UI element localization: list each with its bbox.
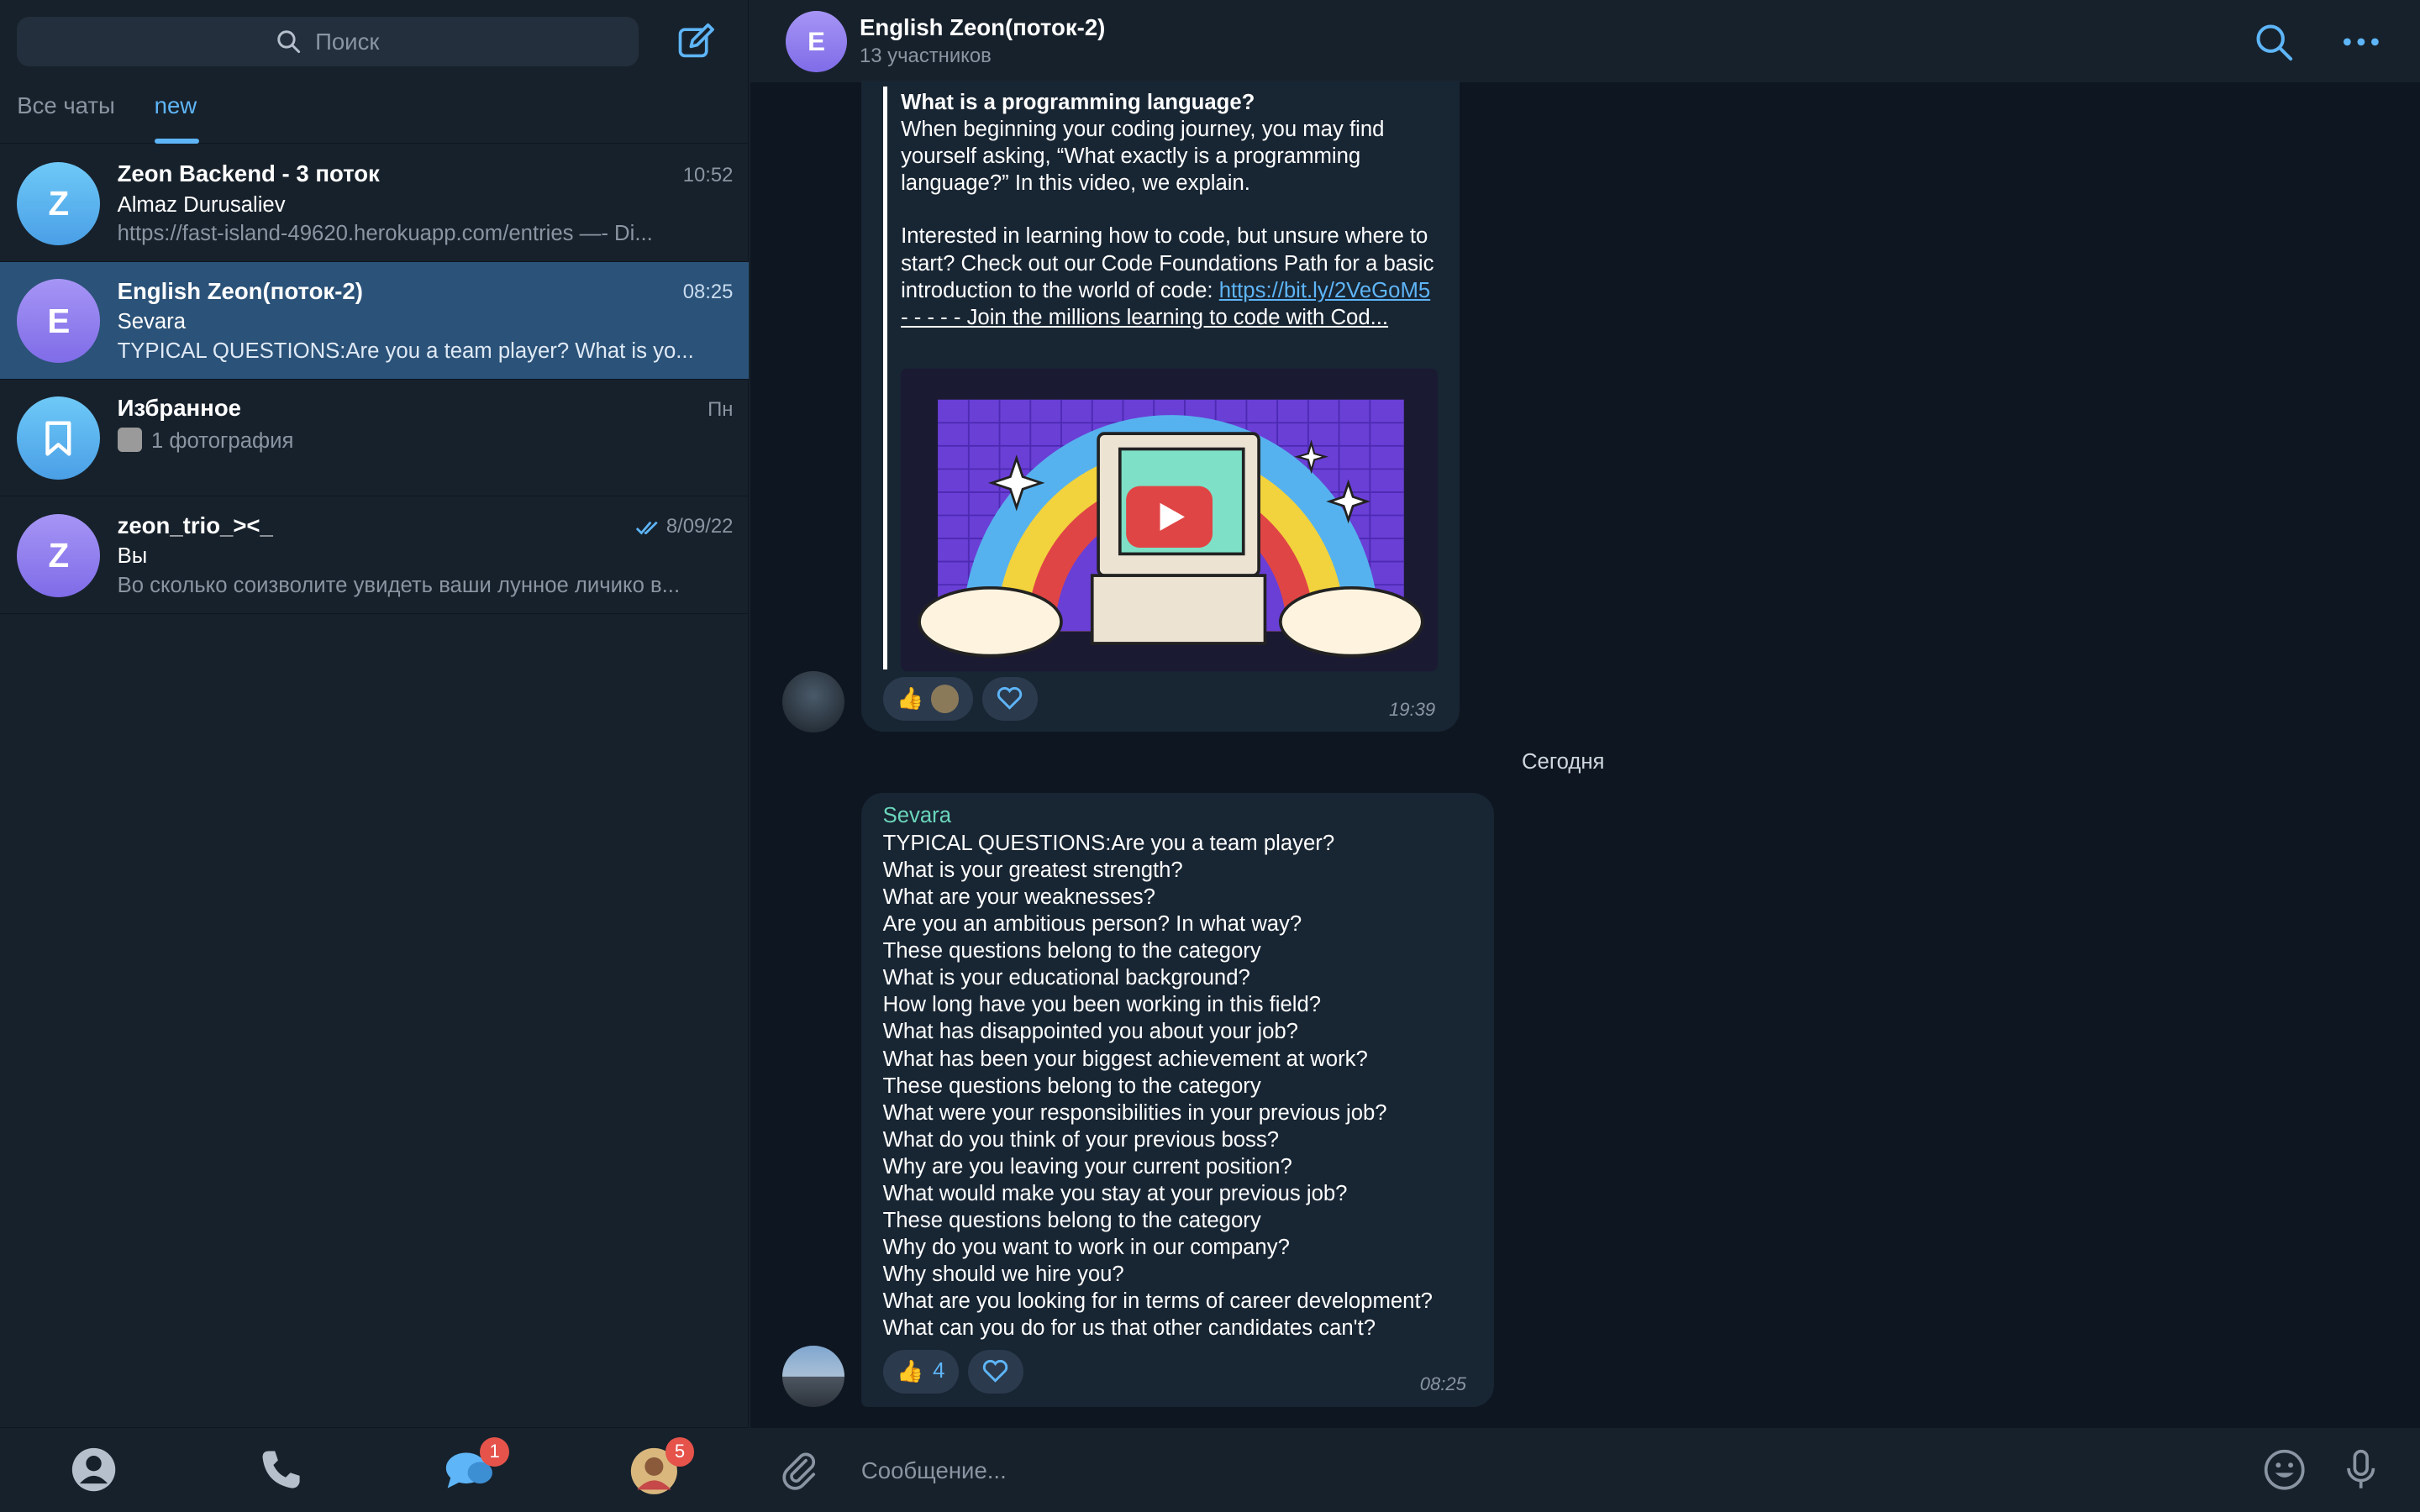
- chat-title: zeon_trio_><_: [117, 512, 273, 538]
- telegram-app: Поиск Все чаты new Z Zeon Backend - 3 по…: [0, 0, 2420, 1512]
- emoji-icon[interactable]: [2263, 1448, 2306, 1491]
- more-icon[interactable]: [2341, 22, 2381, 62]
- active-tab-indicator: [154, 139, 199, 144]
- search-icon: [277, 30, 301, 53]
- member-count: 13 участников: [860, 45, 992, 68]
- chat-title: Zeon Backend - 3 поток: [117, 160, 380, 186]
- search-icon[interactable]: [2254, 22, 2294, 62]
- chat-area: E English Zeon(поток-2) 13 участников Wh…: [750, 0, 2420, 1512]
- reaction-thumbs-up[interactable]: 👍: [882, 677, 973, 721]
- chat-item-zeon-backend[interactable]: Z Zeon Backend - 3 поток 10:52 Almaz Dur…: [0, 145, 749, 263]
- avatar: Z: [17, 513, 101, 597]
- chat-item-saved-messages[interactable]: Избранное Пн 1 фотография: [0, 380, 749, 497]
- chat-header-title: English Zeon(поток-2): [860, 13, 1106, 40]
- message-time: 19:39: [1389, 699, 1436, 721]
- avatar: E: [17, 279, 101, 363]
- bottom-nav: 1 5: [0, 1426, 749, 1512]
- add-reaction-button[interactable]: [967, 1350, 1024, 1394]
- bookmark-icon: [45, 421, 71, 456]
- chat-preview: TYPICAL QUESTIONS:Are you a team player?…: [117, 339, 694, 364]
- chat-time: 8/09/22: [635, 515, 733, 538]
- chat-time: 08:25: [682, 281, 734, 304]
- message-input[interactable]: [858, 1452, 2217, 1490]
- link-preview[interactable]: What is a programming language? When beg…: [882, 86, 1439, 671]
- microphone-icon[interactable]: [2339, 1448, 2382, 1491]
- bitly-link[interactable]: https://bit.ly/2VeGoM5: [1219, 279, 1430, 302]
- reaction-thumbs-up[interactable]: 👍 4: [882, 1350, 959, 1394]
- link-preview-description-2: Interested in learning how to code, but …: [901, 224, 1434, 302]
- calls-tab[interactable]: [258, 1446, 304, 1493]
- link-preview-description-3: - - - - - Join the millions learning to …: [901, 305, 1389, 329]
- chat-header[interactable]: E English Zeon(поток-2) 13 участников: [750, 0, 2420, 84]
- message-sender[interactable]: Sevara: [883, 804, 951, 828]
- search-input[interactable]: Поиск: [17, 17, 639, 66]
- message-link-preview[interactable]: What is a programming language? When beg…: [860, 80, 1460, 732]
- add-reaction-button[interactable]: [981, 677, 1038, 721]
- chat-folder-tabs: Все чаты new: [0, 77, 749, 144]
- chat-time: Пн: [708, 397, 734, 421]
- group-avatar[interactable]: E: [785, 10, 848, 73]
- chat-preview: 1 фотография: [117, 427, 719, 454]
- heart-add-icon: [997, 687, 1023, 711]
- sender-avatar[interactable]: [782, 1345, 844, 1408]
- compose-icon[interactable]: [676, 22, 716, 62]
- chat-time: 10:52: [682, 163, 734, 186]
- chat-sender: Вы: [117, 544, 148, 569]
- chat-sender: Almaz Durusaliev: [117, 192, 286, 217]
- chat-preview: Во сколько соизволите увидеть ваши лунно…: [117, 574, 681, 598]
- settings-tab[interactable]: 5: [629, 1436, 695, 1494]
- double-check-icon: [635, 521, 658, 535]
- search-placeholder: Поиск: [315, 28, 380, 55]
- avatar: Z: [17, 161, 101, 246]
- chats-tab[interactable]: 1: [445, 1436, 510, 1493]
- message-text[interactable]: Sevara TYPICAL QUESTIONS:Are you a team …: [860, 793, 1494, 1408]
- chat-item-zeon-trio[interactable]: Z zeon_trio_><_ 8/09/22 Вы Во сколько со…: [0, 496, 749, 614]
- sidebar: Поиск Все чаты new Z Zeon Backend - 3 по…: [0, 0, 749, 1512]
- profile-icon: [72, 1447, 116, 1492]
- chat-title: English Zeon(поток-2): [117, 277, 363, 304]
- video-thumbnail-image: [918, 399, 1424, 658]
- chats-unread-badge: 1: [480, 1436, 510, 1467]
- video-thumbnail[interactable]: [901, 368, 1439, 671]
- tab-new[interactable]: new: [155, 92, 197, 119]
- reactions-row: 👍: [882, 677, 1038, 721]
- message-body: TYPICAL QUESTIONS:Are you a team player?…: [882, 832, 1433, 1340]
- saved-messages-avatar: [17, 396, 101, 480]
- link-preview-title: What is a programming language?: [901, 90, 1255, 114]
- chat-item-english-zeon[interactable]: E English Zeon(поток-2) 08:25 Sevara TYP…: [0, 262, 749, 380]
- settings-badge: 5: [665, 1436, 695, 1467]
- heart-add-icon: [983, 1360, 1008, 1383]
- reactions-row: 👍 4: [882, 1350, 1024, 1394]
- tab-all-chats[interactable]: Все чаты: [17, 92, 115, 119]
- contacts-tab[interactable]: [71, 1446, 117, 1493]
- link-preview-description: When beginning your coding journey, you …: [901, 117, 1385, 196]
- message-composer: [750, 1426, 2420, 1512]
- photo-thumbnail-icon: [117, 427, 142, 453]
- phone-icon: [262, 1451, 300, 1488]
- chat-title: Избранное: [117, 395, 241, 422]
- date-separator: Сегодня: [1521, 749, 1605, 774]
- paperclip-icon[interactable]: [778, 1448, 821, 1491]
- message-time: 08:25: [1419, 1373, 1466, 1394]
- chat-preview: https://fast-island-49620.herokuapp.com/…: [117, 222, 653, 246]
- reactor-avatar: [931, 685, 960, 713]
- sender-avatar[interactable]: [782, 670, 844, 733]
- chat-sender: Sevara: [117, 310, 187, 334]
